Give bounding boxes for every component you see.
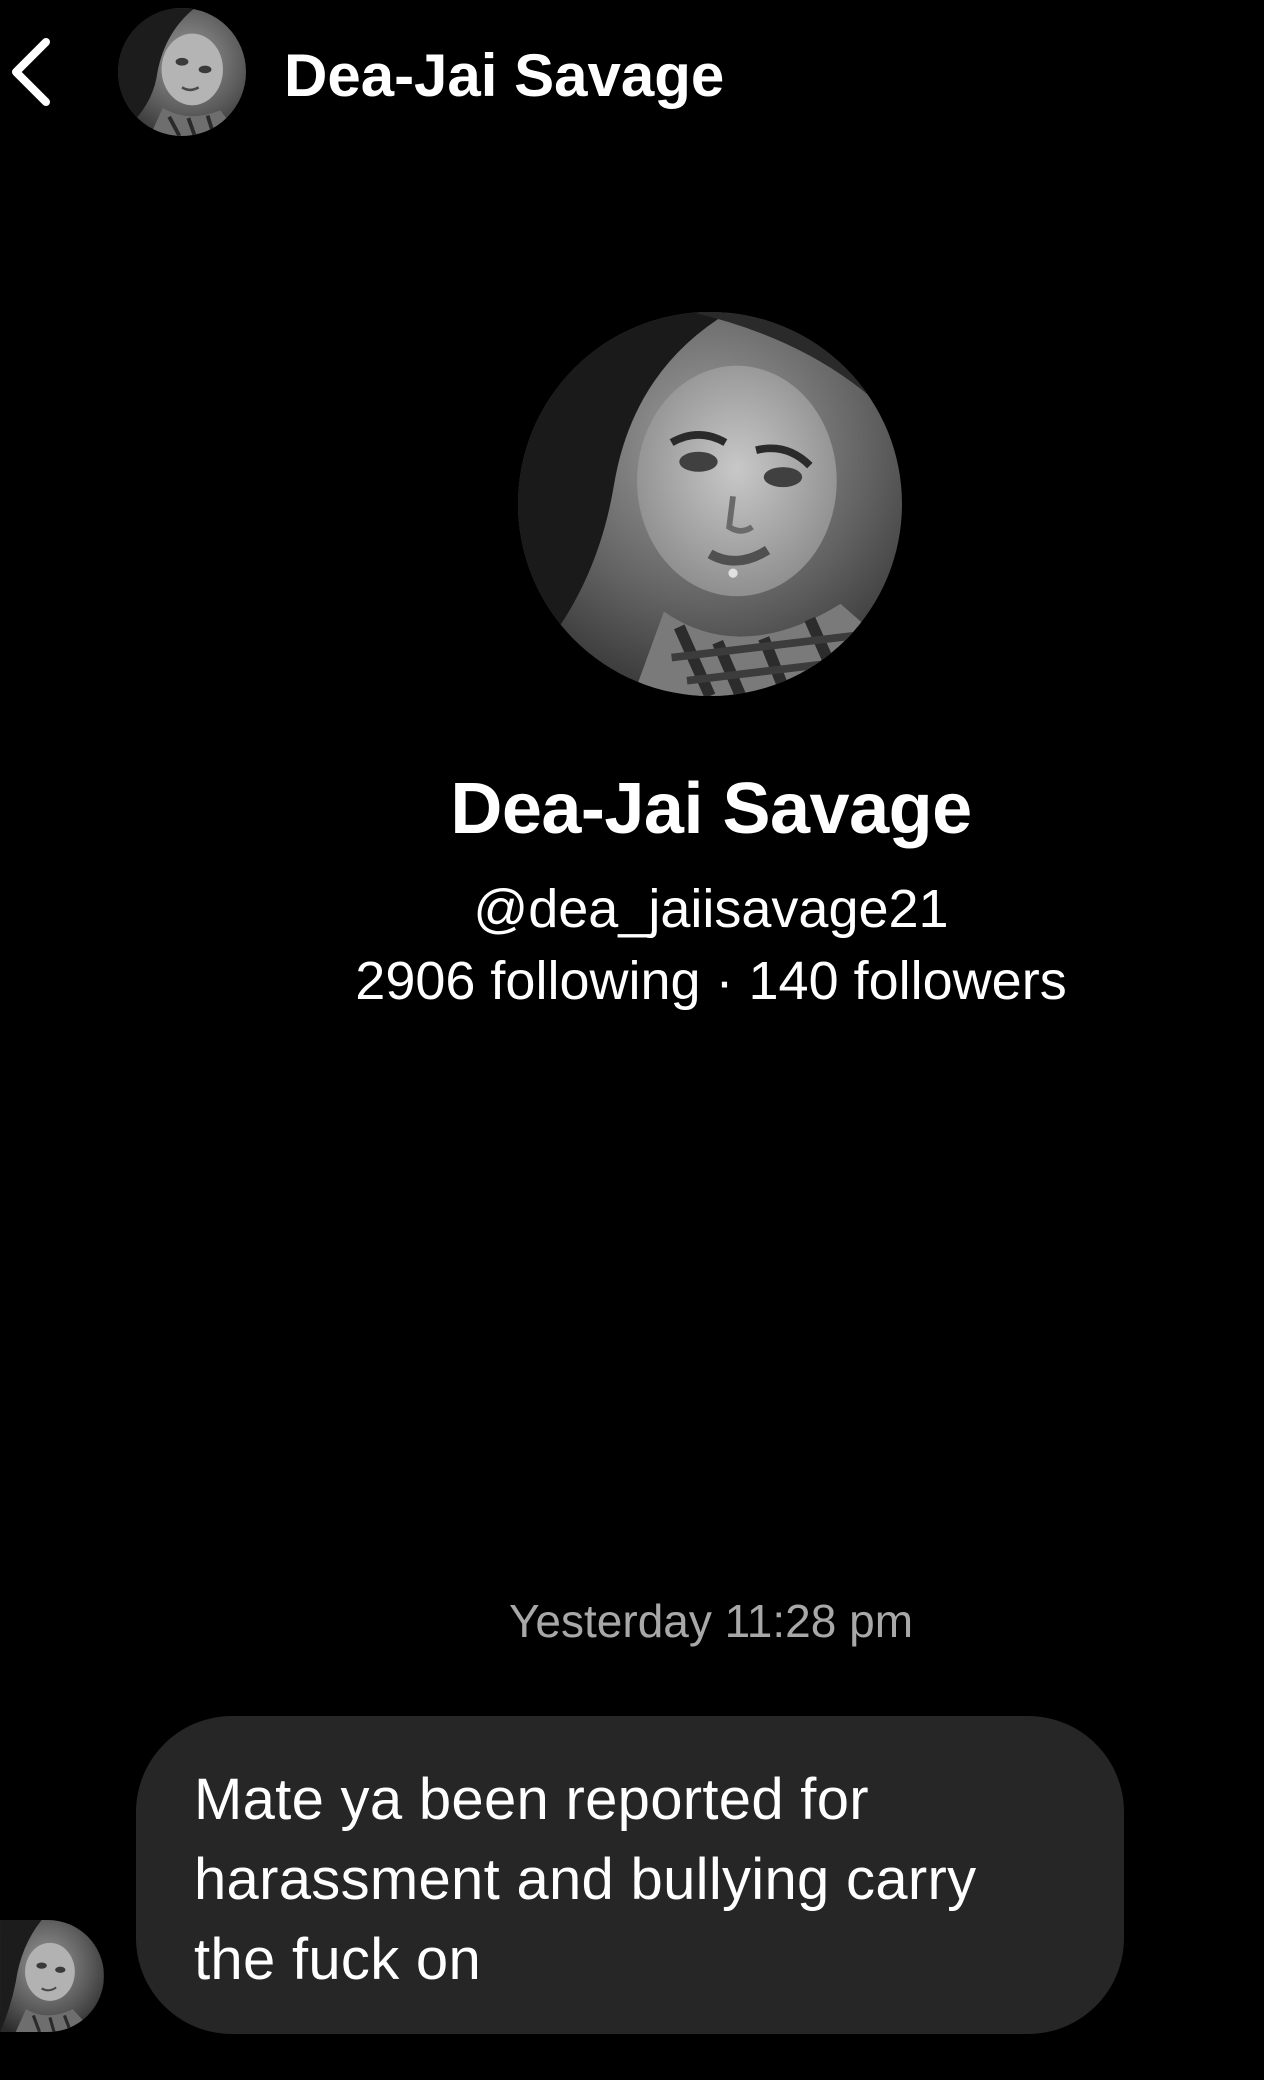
back-button[interactable]	[6, 34, 62, 110]
message-timestamp: Yesterday 11:28 pm	[508, 1595, 914, 1647]
profile-stats: 2906 following · 140 followers	[355, 951, 1067, 1011]
profile-avatar[interactable]	[518, 312, 902, 696]
profile-photo	[118, 8, 246, 136]
header-avatar[interactable]	[118, 8, 246, 136]
profile-handle: @dea_jaiisavage21	[473, 879, 949, 939]
chevron-left-icon	[12, 38, 50, 106]
message-sender-avatar[interactable]	[0, 1920, 104, 2032]
message-text: Mate ya been reported for harassment and…	[194, 1767, 977, 1992]
header-title[interactable]: Dea-Jai Savage	[284, 38, 724, 114]
profile-photo	[518, 312, 902, 696]
message-bubble[interactable]: Mate ya been reported for harassment and…	[136, 1716, 1124, 2034]
profile-name: Dea-Jai Savage	[450, 769, 972, 849]
chat-header: Dea-Jai Savage	[0, 0, 1264, 150]
profile-photo	[0, 1920, 104, 2032]
